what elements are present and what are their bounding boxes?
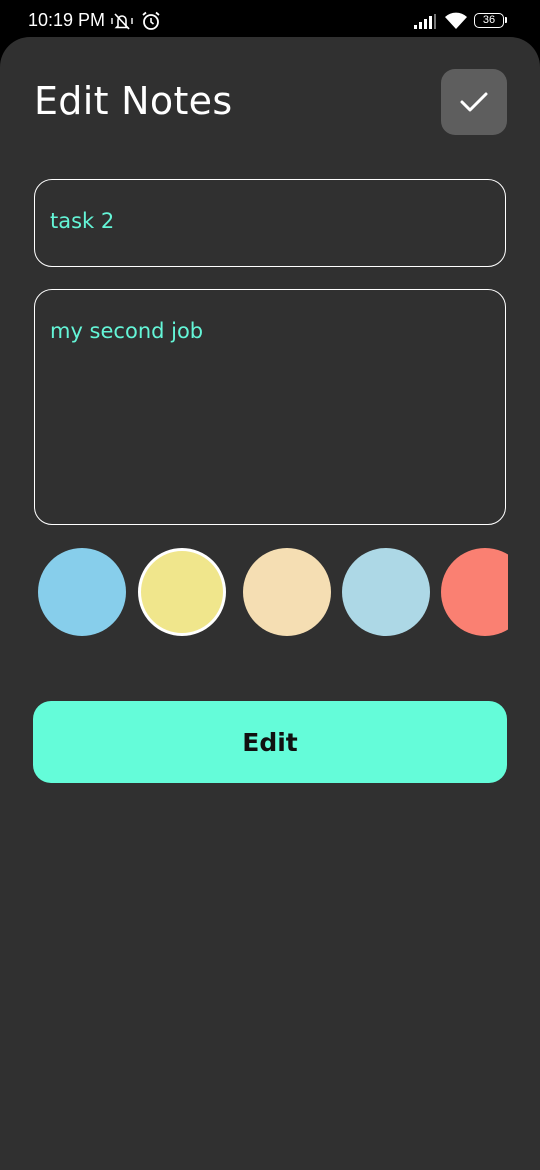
battery-icon: 36 xyxy=(474,13,504,28)
signal-icon xyxy=(414,14,436,29)
color-swatch[interactable] xyxy=(38,548,126,636)
status-time: 10:19 PM xyxy=(28,10,106,30)
color-picker xyxy=(34,544,508,640)
alarm-icon xyxy=(142,11,160,30)
status-bar: 10:19 PM 36 xyxy=(0,0,540,40)
title-input-value: task 2 xyxy=(50,209,115,233)
page-title: Edit Notes xyxy=(34,79,233,123)
confirm-button[interactable] xyxy=(441,69,507,135)
wifi-icon xyxy=(445,12,467,29)
color-swatch[interactable] xyxy=(342,548,430,636)
title-input[interactable]: task 2 xyxy=(34,179,506,267)
color-swatch[interactable] xyxy=(243,548,331,636)
check-icon xyxy=(460,92,488,112)
description-input-value: my second job xyxy=(50,319,204,343)
color-swatch[interactable] xyxy=(441,548,508,636)
vibrate-icon xyxy=(111,13,133,30)
battery-level: 36 xyxy=(482,14,496,26)
edit-button[interactable]: Edit xyxy=(33,701,507,783)
battery-tip xyxy=(505,17,507,23)
color-swatch[interactable] xyxy=(138,548,226,636)
description-input[interactable]: my second job xyxy=(34,289,506,525)
